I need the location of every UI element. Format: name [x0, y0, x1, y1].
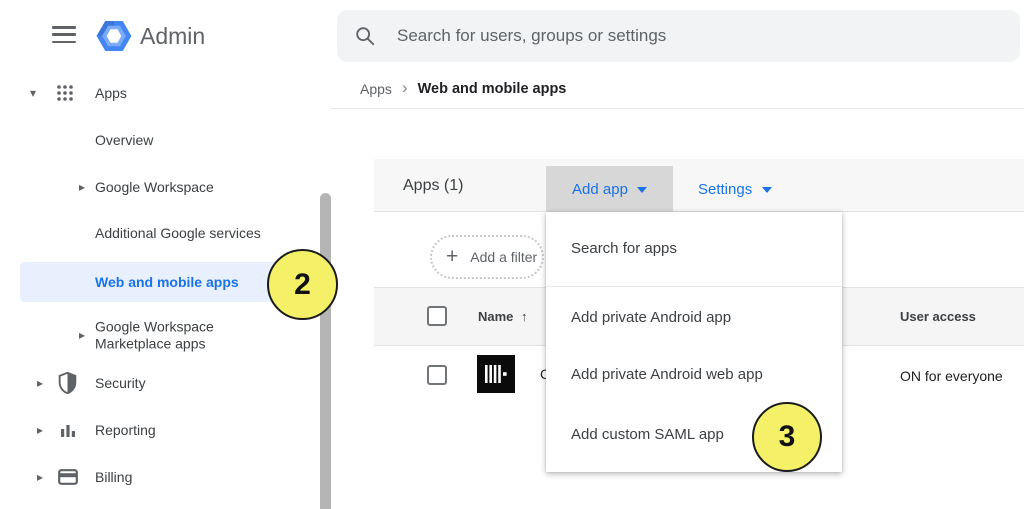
chevron-right-icon: ▸	[79, 328, 85, 342]
sidebar-item-label: Reporting	[95, 422, 156, 438]
app-logo-icon	[477, 355, 515, 393]
chevron-right-icon: ▸	[37, 423, 43, 437]
google-admin-console: Admin Apps › Web and mobile apps ▾ Apps	[0, 0, 1024, 509]
sidebar-item-security[interactable]: ▸ Security	[0, 363, 318, 403]
menu-item-add-custom-saml-app[interactable]: Add custom SAML app	[571, 425, 724, 445]
search-bar[interactable]	[337, 10, 1020, 62]
chevron-right-icon: ▸	[37, 376, 43, 390]
chevron-down-icon: ▾	[30, 86, 36, 100]
search-input[interactable]	[397, 26, 957, 46]
sidebar-item-label: Google Workspace	[95, 179, 214, 195]
search-icon	[354, 25, 376, 47]
sidebar-item-overview[interactable]: Overview	[0, 120, 318, 160]
sidebar-item-billing[interactable]: ▸ Billing	[0, 457, 318, 497]
chevron-right-icon: ▸	[37, 470, 43, 484]
dropdown-arrow-icon	[637, 187, 647, 193]
hamburger-menu-icon[interactable]	[52, 26, 76, 43]
select-all-checkbox[interactable]	[427, 306, 447, 326]
menu-divider	[546, 286, 842, 287]
sort-ascending-icon[interactable]: ↑	[521, 287, 528, 346]
sidebar-item-label: Apps	[95, 85, 127, 101]
step-2-number: 2	[294, 268, 311, 302]
chevron-right-icon: ▸	[79, 180, 85, 194]
breadcrumb: Apps › Web and mobile apps	[360, 79, 566, 99]
add-app-button-label: Add app	[572, 181, 628, 198]
dropdown-arrow-icon	[762, 187, 772, 193]
sidebar-item-label: Billing	[95, 469, 132, 485]
breadcrumb-current: Web and mobile apps	[418, 81, 567, 97]
menu-item-add-private-android-app[interactable]: Add private Android app	[571, 308, 731, 328]
bar-chart-icon	[59, 421, 77, 439]
add-filter-chip[interactable]: + Add a filter	[430, 235, 544, 279]
breadcrumb-separator-icon: ›	[402, 78, 408, 98]
add-filter-label: Add a filter	[470, 249, 537, 265]
shield-icon	[58, 372, 77, 394]
sidebar-item-marketplace-apps[interactable]: ▸ Google Workspace Marketplace apps	[0, 311, 318, 359]
settings-button-label: Settings	[698, 181, 752, 198]
sidebar-item-reporting[interactable]: ▸ Reporting	[0, 410, 318, 450]
sidebar-item-label: Overview	[95, 132, 153, 148]
sidebar-scrollbar[interactable]	[320, 193, 331, 509]
apps-grid-icon	[56, 84, 74, 102]
column-header-user-access: User access	[900, 287, 976, 346]
step-3-annotation-badge: 3	[752, 402, 822, 472]
menu-item-search-for-apps[interactable]: Search for apps	[571, 239, 677, 259]
add-app-button[interactable]: Add app	[546, 166, 673, 212]
row-checkbox[interactable]	[427, 365, 447, 385]
sidebar-item-apps[interactable]: ▾ Apps	[0, 73, 318, 113]
sidebar-item-google-workspace[interactable]: ▸ Google Workspace	[0, 167, 318, 207]
breadcrumb-link-apps[interactable]: Apps	[360, 81, 392, 97]
sidebar-item-additional-google-services[interactable]: Additional Google services	[0, 213, 318, 253]
sidebar-item-label: Additional Google services	[95, 225, 261, 241]
step-2-annotation-badge: 2	[267, 249, 338, 320]
step-3-number: 3	[779, 420, 796, 454]
apps-count-label: Apps (1)	[403, 159, 463, 212]
sidebar-item-label: Web and mobile apps	[95, 274, 239, 290]
header-divider	[330, 108, 1024, 109]
settings-button[interactable]: Settings	[688, 166, 782, 212]
brand-title: Admin	[140, 21, 205, 51]
sidebar-item-label: Google Workspace Marketplace apps	[95, 319, 245, 352]
menu-item-add-private-android-web-app[interactable]: Add private Android web app	[571, 365, 763, 385]
sidebar-item-label: Security	[95, 375, 146, 391]
user-access-value: ON for everyone	[900, 368, 1003, 384]
credit-card-icon	[58, 469, 78, 485]
column-header-name[interactable]: Name	[478, 287, 513, 346]
plus-icon: +	[446, 245, 458, 269]
google-admin-logo-icon[interactable]	[95, 17, 133, 55]
